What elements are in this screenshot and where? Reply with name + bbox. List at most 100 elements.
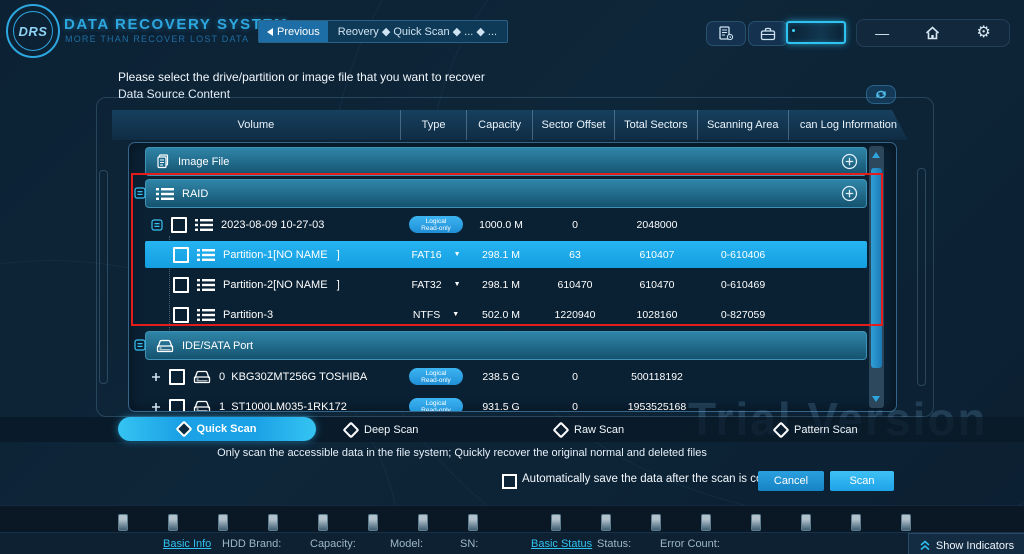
column-header-sector-offset: Sector Offset (533, 110, 616, 140)
scan-mode-label: Raw Scan (574, 423, 625, 436)
table-row-partition-3[interactable]: Partition-3 NTFS ▼ 502.0 M 1220940 1028160 0-8… (145, 301, 867, 328)
scan-mode-quick-scan[interactable]: Quick Scan (118, 417, 316, 441)
row-label-group: IDE/SATA Port (146, 339, 253, 353)
collapse-expander-icon[interactable] (134, 339, 146, 351)
row-checkbox[interactable] (173, 306, 189, 323)
show-indicators-button[interactable]: Show Indicators (908, 533, 1024, 554)
row-checkbox[interactable] (169, 398, 185, 411)
filesystem-type-dropdown[interactable]: FAT16 ▼ (411, 249, 460, 261)
total-sectors-value: 1028160 (636, 308, 678, 321)
row-checkbox[interactable] (171, 216, 187, 233)
row-checkbox[interactable] (173, 276, 189, 293)
row-label-group: Image File (146, 154, 229, 169)
filesystem-type-value: FAT32 (411, 278, 442, 291)
status-label-basic-status[interactable]: Basic Status (531, 538, 592, 550)
data-source-content-label: Data Source Content (118, 87, 231, 101)
scan-mode-icon (552, 421, 570, 438)
data-recovery-system-window: { "header": { "logo_text": "DRS", "title… (0, 0, 1024, 554)
capacity-value: 298.1 M (482, 248, 520, 261)
collapse-expander-icon[interactable] (151, 218, 163, 231)
autosave-label: Automatically save the data after the sc… (522, 473, 797, 485)
capacity-value: 298.1 M (482, 278, 520, 291)
scroll-up-icon[interactable] (872, 152, 880, 158)
app-logo: DRS (6, 4, 60, 58)
drive-indicator-icon (218, 514, 228, 531)
row-label-group: Partition-3 (145, 306, 273, 323)
column-header-can-log-information: can Log Information (799, 119, 898, 131)
table-row-partition-1[interactable]: Partition-1[NO NAME ] FAT16 ▼ 298.1 M 63 6104… (145, 241, 867, 268)
previous-button[interactable]: Previous (259, 21, 328, 42)
expand-expander-icon[interactable] (151, 402, 161, 412)
right-frame-bar (917, 168, 926, 386)
sector-offset-value: 1220940 (554, 308, 596, 321)
drive-indicator-icon (851, 514, 861, 531)
add-button[interactable] (841, 185, 858, 202)
drive-indicator-icon (368, 514, 378, 531)
sector-offset-value: 610470 (557, 278, 593, 291)
refresh-button[interactable] (866, 85, 896, 104)
table-row-raid[interactable]: RAID (134, 179, 867, 208)
list-icon (197, 308, 215, 322)
table-row-image-file[interactable]: Image File (145, 147, 867, 176)
scan-description: Only scan the accessible data in the fil… (217, 447, 707, 459)
table-row-partition-2[interactable]: Partition-2[NO NAME ] FAT32 ▼ 298.1 M 610470… (145, 271, 867, 298)
scan-mode-pattern-scan[interactable]: Pattern Scan (772, 418, 858, 441)
sector-offset-value: 0 (572, 218, 578, 231)
list-icon (197, 278, 215, 292)
report-button[interactable] (706, 21, 746, 46)
vertical-scrollbar[interactable] (869, 146, 884, 408)
row-label: 2023-08-09 10-27-03 (221, 218, 325, 231)
table-row-ide-sata-port[interactable]: IDE/SATA Port (134, 331, 867, 360)
scan-mode-deep-scan[interactable]: Deep Scan (342, 418, 418, 441)
scan-button[interactable]: Scan (830, 471, 894, 491)
table-row-raid-volume[interactable]: 2023-08-09 10-27-03 Logical Read-only 1000.… (145, 211, 867, 238)
refresh-icon (876, 90, 886, 99)
add-button[interactable] (841, 153, 858, 170)
cancel-button[interactable]: Cancel (758, 471, 824, 491)
toolbox-icon (760, 27, 776, 40)
minimize-icon[interactable]: — (875, 26, 889, 40)
row-label: Partition-2[NO NAME ] (223, 278, 340, 291)
row-label-group: Partition-1[NO NAME ] (145, 246, 340, 263)
gear-icon[interactable]: ⚙ (977, 25, 991, 41)
previous-label: Previous (277, 25, 320, 38)
row-label: 1 ST1000LM035-1RK172 (219, 400, 347, 412)
expand-expander-icon[interactable] (151, 372, 161, 382)
table-row-disk-0[interactable]: 0 KBG30ZMT256G TOSHIBA Logical Read-only 23… (145, 363, 867, 390)
collapse-expander-icon[interactable] (134, 187, 146, 199)
drive-indicator-icon (801, 514, 811, 531)
filesystem-type-dropdown[interactable]: NTFS ▼ (413, 309, 459, 321)
logical-read-only-badge: Logical Read-only (409, 398, 463, 411)
table-row-disk-1[interactable]: 1 ST1000LM035-1RK172 Logical Read-only 931.… (145, 393, 867, 412)
column-header-capacity: Capacity (467, 110, 533, 140)
logical-read-only-badge: Logical Read-only (409, 368, 463, 385)
total-sectors-value: 500118192 (631, 370, 683, 383)
scan-mode-icon (175, 420, 193, 438)
chevron-down-icon: ▼ (453, 251, 461, 258)
toolbox-button[interactable] (748, 21, 788, 46)
row-checkbox[interactable] (173, 246, 189, 263)
chevron-up-double-icon (920, 540, 930, 551)
left-frame-bar (99, 170, 108, 384)
scan-mode-raw-scan[interactable]: Raw Scan (552, 418, 625, 441)
home-icon[interactable] (925, 26, 940, 40)
scan-mode-icon (772, 421, 790, 438)
capacity-value: 238.5 G (482, 370, 520, 383)
sector-offset-value: 0 (572, 370, 578, 383)
sector-offset-value: 63 (569, 248, 581, 261)
show-indicators-label: Show Indicators (935, 539, 1015, 552)
scan-mode-label: Quick Scan (196, 423, 257, 435)
autosave-checkbox[interactable] (502, 474, 517, 489)
scan-mode-label: Pattern Scan (794, 423, 858, 436)
status-label-basic-info[interactable]: Basic Info (163, 538, 211, 550)
filesystem-type-value: NTFS (412, 308, 441, 321)
app-subtitle: MORE THAN RECOVER LOST DATA (65, 34, 250, 44)
row-checkbox[interactable] (169, 368, 185, 385)
drive-indicator-icon (168, 514, 178, 531)
scroll-down-icon[interactable] (872, 396, 880, 402)
breadcrumb-path: Reovery ◆ Quick Scan ◆ ... ◆ ... (337, 26, 498, 38)
status-label-model: Model: (390, 538, 424, 550)
filesystem-type-dropdown[interactable]: FAT32 ▼ (411, 279, 460, 291)
scrollbar-thumb[interactable] (871, 168, 882, 368)
scan-mode-icon (342, 421, 360, 438)
